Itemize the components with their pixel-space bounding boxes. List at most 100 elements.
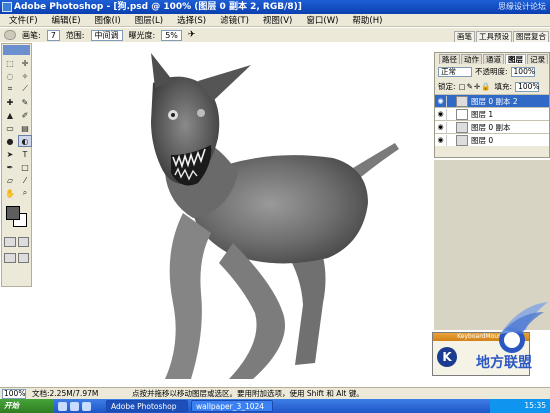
lock-icons[interactable]: ▢✎✛🔒	[459, 82, 492, 91]
healing-brush-tool-icon[interactable]: ✚	[3, 96, 17, 108]
dog-tail	[353, 143, 399, 177]
magic-wand-tool-icon[interactable]: ✧	[18, 70, 32, 82]
link-icon[interactable]	[446, 108, 456, 120]
mask-mode-buttons	[2, 234, 31, 250]
exposure-input[interactable]: 5%	[161, 29, 182, 41]
tool-grid: ⬚ ✛ ◌ ✧ ⌗ ⟋ ✚ ✎ ▲ ✐ ▭ ▤ ● ◐ ➤ T ✒ □ ▱ ⁄ …	[2, 56, 32, 200]
zoom-tool-icon[interactable]: ⌕	[18, 187, 32, 199]
status-bar: 100% 文档:2.25M/7.97M 点按并拖移以移动图层或选区。要用附加选项…	[0, 387, 550, 399]
brush-link-icon[interactable]	[446, 95, 456, 107]
eye-icon[interactable]: ◉	[435, 136, 446, 144]
exposure-label: 曝光度:	[128, 30, 156, 40]
menu-layer[interactable]: 图层(L)	[128, 14, 170, 26]
quick-mask-mode-icon[interactable]	[17, 237, 29, 247]
eye-icon[interactable]: ◉	[435, 110, 446, 118]
menu-filter[interactable]: 滤镜(T)	[213, 14, 256, 26]
lock-row: 锁定: ▢✎✛🔒 填充: 100%	[435, 79, 549, 94]
title-bar: Adobe Photoshop - [狗.psd @ 100% (图层 0 副本…	[0, 0, 550, 14]
layers-palette: 路径 动作 通道 图层 记录 正常 不透明度: 100% 锁定: ▢✎✛🔒 填充…	[434, 52, 550, 158]
eraser-tool-icon[interactable]: ▭	[3, 122, 17, 134]
dodge-tool-icon[interactable]: ◐	[18, 135, 32, 147]
fill-input[interactable]: 100%	[515, 81, 540, 92]
menu-view[interactable]: 视图(V)	[256, 14, 299, 26]
full-screen-menu-icon[interactable]	[17, 253, 29, 263]
notes-tool-icon[interactable]: ▱	[3, 174, 17, 186]
opacity-input[interactable]: 100%	[510, 66, 535, 77]
shape-tool-icon[interactable]: □	[18, 161, 32, 173]
toolbox-header[interactable]	[3, 45, 30, 55]
palette-well: 画笔 工具预设 图层复合	[440, 28, 550, 42]
browser-icon[interactable]	[70, 401, 79, 411]
standard-screen-icon[interactable]	[4, 253, 16, 263]
brush-size-picker[interactable]: 7	[46, 29, 60, 41]
zoom-input[interactable]: 100%	[2, 388, 26, 399]
layer-thumbnail	[456, 121, 468, 133]
blur-tool-icon[interactable]: ●	[3, 135, 17, 147]
link-icon[interactable]	[446, 134, 456, 146]
slice-tool-icon[interactable]: ⟋	[18, 83, 32, 95]
history-brush-tool-icon[interactable]: ✐	[18, 109, 32, 121]
foreground-color-swatch[interactable]	[6, 206, 20, 220]
blend-mode-select[interactable]: 正常	[438, 66, 472, 77]
layer-row[interactable]: ◉ 图层 0 副本 2	[435, 94, 549, 107]
layer-row[interactable]: ◉ 图层 1	[435, 107, 549, 120]
link-icon[interactable]	[446, 121, 456, 133]
type-tool-icon[interactable]: T	[18, 148, 32, 160]
palette-well-layer-comps[interactable]: 图层复合	[513, 31, 549, 42]
brush-tool-icon[interactable]: ✎	[18, 96, 32, 108]
palette-well-tool-presets[interactable]: 工具预设	[476, 31, 512, 42]
task-photoshop[interactable]: Adobe Photoshop	[106, 400, 188, 412]
eyedropper-tool-icon[interactable]: ⁄	[18, 174, 32, 186]
menu-file[interactable]: 文件(F)	[2, 14, 45, 26]
menu-help[interactable]: 帮助(H)	[345, 14, 389, 26]
pen-tool-icon[interactable]: ✒	[3, 161, 17, 173]
crop-tool-icon[interactable]: ⌗	[3, 83, 17, 95]
tab-history[interactable]: 记录	[527, 54, 548, 64]
tab-channels[interactable]: 通道	[483, 54, 504, 64]
move-tool-icon[interactable]: ✛	[18, 57, 32, 69]
layer-row[interactable]: ◉ 图层 0	[435, 133, 549, 146]
clone-stamp-tool-icon[interactable]: ▲	[3, 109, 17, 121]
layer-thumbnail	[456, 95, 468, 107]
layer-name: 图层 0 副本 2	[471, 96, 518, 106]
color-swatches	[2, 204, 31, 234]
layer-thumbnail	[456, 108, 468, 120]
menu-edit[interactable]: 编辑(E)	[45, 14, 88, 26]
lasso-tool-icon[interactable]: ◌	[3, 70, 17, 82]
site-mark-text: 地方联盟	[476, 355, 532, 371]
layer-row[interactable]: ◉ 图层 0 副本	[435, 120, 549, 133]
gradient-tool-icon[interactable]: ▤	[18, 122, 32, 134]
task-wallpaper[interactable]: wallpaper_3_1024	[191, 400, 273, 412]
windows-taskbar: 开始 Adobe Photoshop wallpaper_3_1024 15:3…	[0, 399, 550, 413]
lock-label: 锁定:	[438, 82, 456, 91]
status-hint: 点按并拖移以移动图层或选区。要用附加选项，使用 Shift 和 Alt 键。	[132, 389, 364, 398]
airbrush-icon[interactable]: ✈	[188, 30, 196, 40]
desktop-icon[interactable]	[58, 401, 67, 411]
path-selection-tool-icon[interactable]: ➤	[3, 148, 17, 160]
watermark-logo: 地方联盟	[470, 300, 550, 390]
document-size[interactable]: 文档:2.25M/7.97M	[32, 388, 122, 399]
layer-name: 图层 0	[471, 135, 494, 145]
menu-window[interactable]: 窗口(W)	[299, 14, 345, 26]
start-button[interactable]: 开始	[0, 399, 54, 413]
popup-k-logo-icon: K	[437, 347, 457, 367]
options-bar: 画笔: 7 范围: 中间调 曝光度: 5% ✈	[0, 28, 440, 42]
palette-well-brushes[interactable]: 画笔	[454, 31, 475, 42]
wings-logo-icon	[499, 302, 548, 353]
tab-actions[interactable]: 动作	[461, 54, 482, 64]
dog-front-leg-left	[165, 213, 211, 379]
range-select[interactable]: 中间调	[90, 29, 123, 41]
hand-tool-icon[interactable]: ✋	[3, 187, 17, 199]
menu-select[interactable]: 选择(S)	[170, 14, 213, 26]
standard-mode-icon[interactable]	[4, 237, 16, 247]
eye-icon[interactable]: ◉	[435, 97, 446, 105]
dodge-tool-preset-icon[interactable]	[4, 30, 16, 40]
eye-icon[interactable]: ◉	[435, 123, 446, 131]
menu-image[interactable]: 图像(I)	[88, 14, 128, 26]
document-canvas[interactable]	[33, 43, 431, 379]
tab-paths[interactable]: 路径	[439, 54, 460, 64]
dog-artwork	[151, 53, 399, 379]
marquee-tool-icon[interactable]: ⬚	[3, 57, 17, 69]
tab-layers[interactable]: 图层	[505, 54, 526, 64]
media-icon[interactable]	[82, 401, 91, 411]
